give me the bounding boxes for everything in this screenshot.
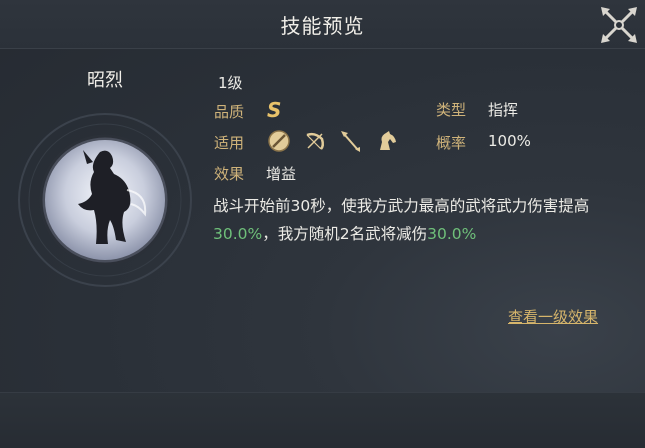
horse-icon <box>380 131 396 150</box>
desc-text-1: 战斗开始前30秒，使我方武力最高的武将武力伤害提高 <box>213 197 590 215</box>
view-level1-effect-link[interactable]: 查看一级效果 <box>508 306 598 327</box>
apply-unit-icons <box>266 128 400 154</box>
hero-name: 昭烈 <box>87 70 123 91</box>
rate-value: 100% <box>488 132 531 150</box>
quality-label: 品质 <box>214 103 245 121</box>
rate-label: 概率 <box>436 134 467 152</box>
desc-text-2: ，我方随机2名武将减伤 <box>262 225 428 243</box>
apply-label: 适用 <box>214 134 245 152</box>
quality-grade: S <box>267 98 282 122</box>
close-icon <box>601 7 637 43</box>
desc-highlight-1: 30.0% <box>213 225 263 243</box>
title-bar: 技能预览 <box>0 0 645 49</box>
type-value: 指挥 <box>488 101 519 119</box>
close-button[interactable] <box>598 4 640 46</box>
shield-icon <box>268 130 290 152</box>
bottom-bar <box>0 392 645 448</box>
skill-preview-panel: 技能预览 昭烈 1级 品质 S 类型 指挥 适用 概率 100% 效果 增益 战… <box>0 0 645 448</box>
hero-portrait <box>15 110 195 290</box>
window-title: 技能预览 <box>280 14 365 38</box>
spear-icon <box>341 131 360 152</box>
type-label: 类型 <box>436 101 467 119</box>
skill-level: 1级 <box>218 74 243 92</box>
bow-icon <box>306 132 325 150</box>
effect-value: 增益 <box>266 165 297 183</box>
effect-label: 效果 <box>214 165 245 183</box>
skill-description: 战斗开始前30秒，使我方武力最高的武将武力伤害提高 30.0%，我方随机2名武将减… <box>213 192 623 248</box>
desc-highlight-2: 30.0% <box>427 225 477 243</box>
